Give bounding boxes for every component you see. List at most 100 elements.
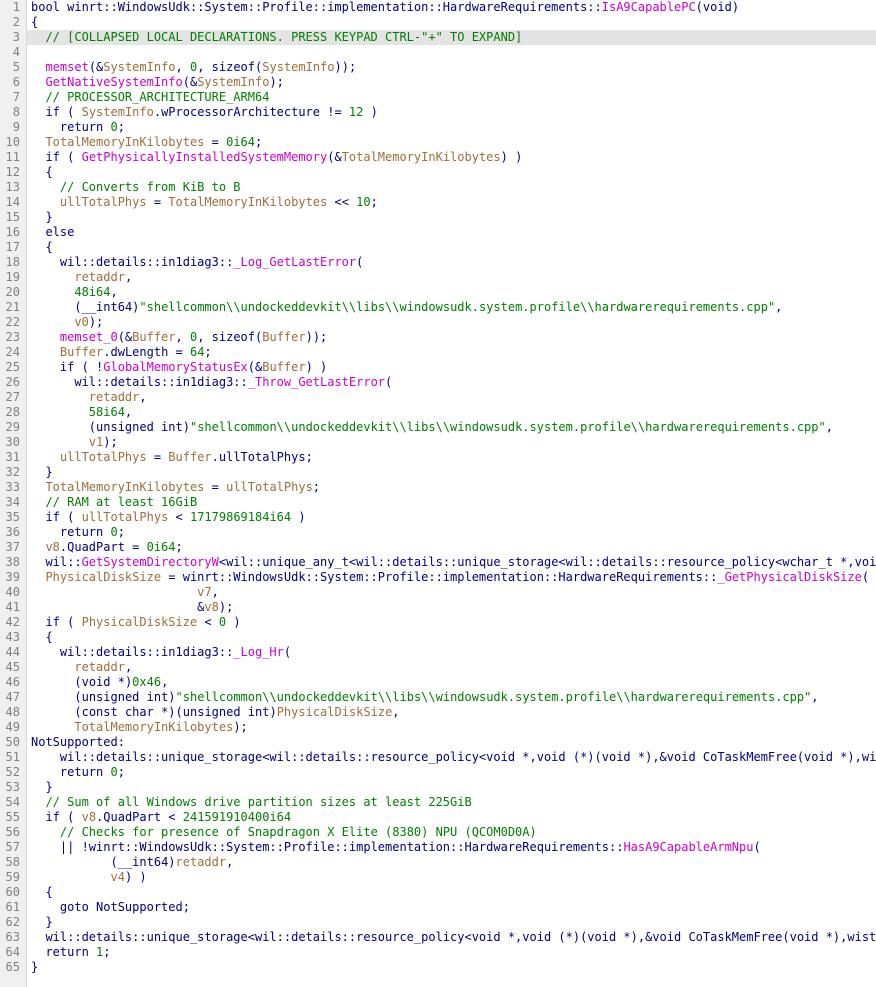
code-line[interactable]: bool winrt::WindowsUdk::System::Profile:…: [27, 0, 876, 15]
token-var: v0: [74, 315, 88, 329]
token-cmt: // [COLLAPSED LOCAL DECLARATIONS. PRESS …: [45, 30, 522, 44]
code-line[interactable]: 58i64,: [27, 405, 876, 420]
line-number: 12: [0, 165, 24, 180]
code-line[interactable]: if ( GetPhysicallyInstalledSystemMemory(…: [27, 150, 876, 165]
code-line[interactable]: TotalMemoryInKilobytes);: [27, 720, 876, 735]
token-pl: ;: [103, 945, 110, 959]
token-num: 0: [110, 120, 117, 134]
code-line[interactable]: (void *)0x46,: [27, 675, 876, 690]
decompiler-code-viewer[interactable]: 1234567891011121314151617181920212223242…: [0, 0, 876, 987]
line-number: 31: [0, 450, 24, 465]
token-fn: memset_0: [60, 330, 118, 344]
line-number: 45: [0, 660, 24, 675]
code-line[interactable]: return 0;: [27, 765, 876, 780]
code-line[interactable]: }: [27, 210, 876, 225]
code-line[interactable]: }: [27, 465, 876, 480]
code-line[interactable]: if ( SystemInfo.wProcessorArchitecture !…: [27, 105, 876, 120]
line-number: 61: [0, 900, 24, 915]
code-line[interactable]: [27, 45, 876, 60]
code-line[interactable]: return 0;: [27, 120, 876, 135]
line-number: 5: [0, 60, 24, 75]
code-line[interactable]: wil::details::in1diag3::_Throw_GetLastEr…: [27, 375, 876, 390]
code-line[interactable]: wil::details::in1diag3::_Log_GetLastErro…: [27, 255, 876, 270]
code-line[interactable]: // Converts from KiB to B: [27, 180, 876, 195]
code-line[interactable]: wil::details::unique_storage<wil::detail…: [27, 930, 876, 945]
code-line[interactable]: TotalMemoryInKilobytes = 0i64;: [27, 135, 876, 150]
code-line[interactable]: {: [27, 630, 876, 645]
line-number: 13: [0, 180, 24, 195]
code-line[interactable]: }: [27, 915, 876, 930]
token-pl: (: [356, 255, 363, 269]
token-str: "shellcommon\\undockeddevkit\\libs\\wind…: [139, 300, 775, 314]
code-line[interactable]: ullTotalPhys = Buffer.ullTotalPhys;: [27, 450, 876, 465]
token-pl: .QuadPart =: [60, 540, 147, 554]
token-pl: wil::details::in1diag3::: [60, 645, 233, 659]
code-line[interactable]: wil::details::in1diag3::_Log_Hr(: [27, 645, 876, 660]
code-line[interactable]: if ( v8.QuadPart < 241591910400i64: [27, 810, 876, 825]
code-line[interactable]: || !winrt::WindowsUdk::System::Profile::…: [27, 840, 876, 855]
code-line[interactable]: retaddr,: [27, 660, 876, 675]
line-number: 56: [0, 825, 24, 840]
code-line[interactable]: // Sum of all Windows drive partition si…: [27, 795, 876, 810]
line-number: 4: [0, 45, 24, 60]
code-line[interactable]: return 1;: [27, 945, 876, 960]
code-line[interactable]: PhysicalDiskSize = winrt::WindowsUdk::Sy…: [27, 570, 876, 585]
token-pl: .QuadPart <: [96, 810, 183, 824]
code-line[interactable]: NotSupported:: [27, 735, 876, 750]
token-pl: ;: [371, 195, 378, 209]
code-line[interactable]: &v8);: [27, 600, 876, 615]
code-line[interactable]: v0);: [27, 315, 876, 330]
code-line[interactable]: if ( ullTotalPhys < 17179869184i64 ): [27, 510, 876, 525]
code-line[interactable]: }: [27, 960, 876, 975]
code-line[interactable]: // PROCESSOR_ARCHITECTURE_ARM64: [27, 90, 876, 105]
code-line[interactable]: if ( PhysicalDiskSize < 0 ): [27, 615, 876, 630]
code-line[interactable]: // RAM at least 16GiB: [27, 495, 876, 510]
token-kw: unsigned int: [183, 705, 270, 719]
token-pl: ): [183, 420, 190, 434]
code-pane[interactable]: bool winrt::WindowsUdk::System::Profile:…: [27, 0, 876, 987]
token-pl: (: [67, 105, 81, 119]
code-line[interactable]: wil::GetSystemDirectoryW<wil::unique_any…: [27, 555, 876, 570]
line-number: 57: [0, 840, 24, 855]
code-line[interactable]: if ( !GlobalMemoryStatusEx(&Buffer) ): [27, 360, 876, 375]
code-line[interactable]: Buffer.dwLength = 64;: [27, 345, 876, 360]
code-line[interactable]: (unsigned int)"shellcommon\\undockeddevk…: [27, 690, 876, 705]
code-line[interactable]: {: [27, 165, 876, 180]
token-var: TotalMemoryInKilobytes: [168, 195, 327, 209]
code-line[interactable]: // Checks for presence of Snapdragon X E…: [27, 825, 876, 840]
code-line[interactable]: v1);: [27, 435, 876, 450]
code-line[interactable]: (unsigned int)"shellcommon\\undockeddevk…: [27, 420, 876, 435]
code-line[interactable]: {: [27, 15, 876, 30]
code-line[interactable]: }: [27, 780, 876, 795]
code-line[interactable]: TotalMemoryInKilobytes = ullTotalPhys;: [27, 480, 876, 495]
token-var: TotalMemoryInKilobytes: [74, 720, 233, 734]
token-pl: :: [118, 735, 125, 749]
code-line[interactable]: (__int64)"shellcommon\\undockeddevkit\\l…: [27, 300, 876, 315]
code-line[interactable]: memset(&SystemInfo, 0, sizeof(SystemInfo…: [27, 60, 876, 75]
code-line[interactable]: GetNativeSystemInfo(&SystemInfo);: [27, 75, 876, 90]
code-line[interactable]: goto NotSupported;: [27, 900, 876, 915]
code-line[interactable]: (__int64)retaddr,: [27, 855, 876, 870]
token-var: SystemInfo: [103, 60, 175, 74]
code-line[interactable]: (const char *)(unsigned int)PhysicalDisk…: [27, 705, 876, 720]
code-line[interactable]: v4) ): [27, 870, 876, 885]
token-pl: ,: [775, 300, 782, 314]
code-line[interactable]: 48i64,: [27, 285, 876, 300]
code-line[interactable]: {: [27, 240, 876, 255]
token-cmt: // PROCESSOR_ARCHITECTURE_ARM64: [45, 90, 269, 104]
code-line[interactable]: else: [27, 225, 876, 240]
line-number: 10: [0, 135, 24, 150]
code-line[interactable]: // [COLLAPSED LOCAL DECLARATIONS. PRESS …: [27, 30, 876, 45]
code-line[interactable]: v7,: [27, 585, 876, 600]
code-line[interactable]: retaddr,: [27, 270, 876, 285]
code-line[interactable]: retaddr,: [27, 390, 876, 405]
code-line[interactable]: return 0;: [27, 525, 876, 540]
token-cmt: // Checks for presence of Snapdragon X E…: [60, 825, 537, 839]
token-num: 12: [349, 105, 363, 119]
code-line[interactable]: wil::details::unique_storage<wil::detail…: [27, 750, 876, 765]
code-line[interactable]: memset_0(&Buffer, 0, sizeof(Buffer));: [27, 330, 876, 345]
code-line[interactable]: ullTotalPhys = TotalMemoryInKilobytes <<…: [27, 195, 876, 210]
token-pl: }: [45, 210, 52, 224]
code-line[interactable]: {: [27, 885, 876, 900]
code-line[interactable]: v8.QuadPart = 0i64;: [27, 540, 876, 555]
